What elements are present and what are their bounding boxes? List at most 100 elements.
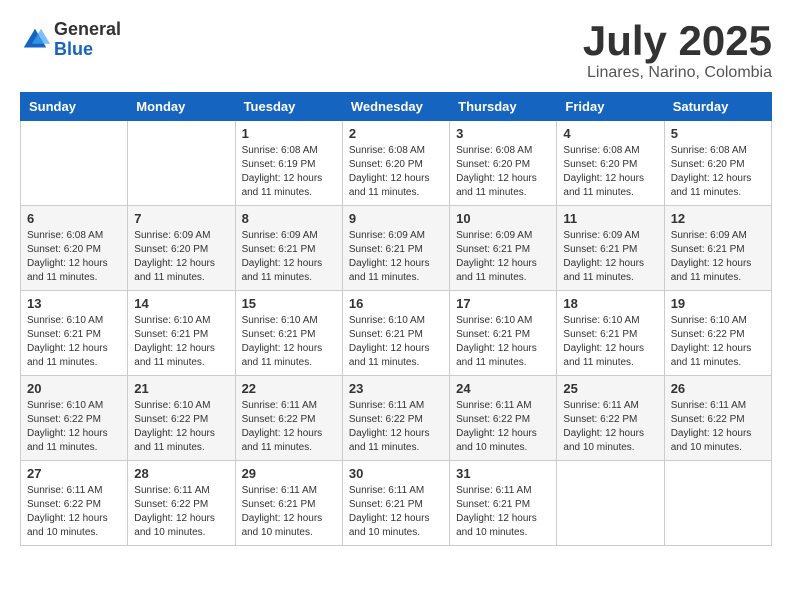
day-info: Sunrise: 6:10 AM Sunset: 6:22 PM Dayligh… — [134, 399, 228, 455]
day-number: 14 — [134, 296, 228, 311]
day-info: Sunrise: 6:10 AM Sunset: 6:22 PM Dayligh… — [671, 314, 765, 370]
day-info: Sunrise: 6:09 AM Sunset: 6:21 PM Dayligh… — [671, 229, 765, 285]
day-info: Sunrise: 6:08 AM Sunset: 6:20 PM Dayligh… — [456, 144, 550, 200]
calendar-week-row: 13 Sunrise: 6:10 AM Sunset: 6:21 PM Dayli… — [21, 291, 772, 376]
day-number: 21 — [134, 381, 228, 396]
day-number: 25 — [563, 381, 657, 396]
calendar-cell: 12 Sunrise: 6:09 AM Sunset: 6:21 PM Dayli… — [664, 206, 771, 291]
calendar-header: SundayMondayTuesdayWednesdayThursdayFrid… — [21, 93, 772, 121]
calendar-cell: 9 Sunrise: 6:09 AM Sunset: 6:21 PM Daylig… — [342, 206, 449, 291]
calendar-cell: 27 Sunrise: 6:11 AM Sunset: 6:22 PM Dayli… — [21, 461, 128, 546]
calendar-cell: 6 Sunrise: 6:08 AM Sunset: 6:20 PM Daylig… — [21, 206, 128, 291]
day-number: 12 — [671, 211, 765, 226]
day-info: Sunrise: 6:11 AM Sunset: 6:22 PM Dayligh… — [242, 399, 336, 455]
day-number: 9 — [349, 211, 443, 226]
calendar-cell: 20 Sunrise: 6:10 AM Sunset: 6:22 PM Dayli… — [21, 376, 128, 461]
day-of-week-header: Friday — [557, 93, 664, 121]
day-info: Sunrise: 6:10 AM Sunset: 6:21 PM Dayligh… — [27, 314, 121, 370]
day-info: Sunrise: 6:10 AM Sunset: 6:21 PM Dayligh… — [563, 314, 657, 370]
calendar-cell: 30Sunrise: 6:11 AM Sunset: 6:21 PM Dayli… — [342, 461, 449, 546]
day-number: 19 — [671, 296, 765, 311]
calendar-cell: 25 Sunrise: 6:11 AM Sunset: 6:22 PM Dayli… — [557, 376, 664, 461]
day-number: 16 — [349, 296, 443, 311]
day-info: Sunrise: 6:08 AM Sunset: 6:19 PM Dayligh… — [242, 144, 336, 200]
day-info: Sunrise: 6:09 AM Sunset: 6:21 PM Dayligh… — [456, 229, 550, 285]
day-info: Sunrise: 6:08 AM Sunset: 6:20 PM Dayligh… — [671, 144, 765, 200]
day-number: 17 — [456, 296, 550, 311]
day-number: 2 — [349, 126, 443, 141]
logo-general-text: General — [54, 20, 121, 40]
logo-icon — [20, 25, 50, 55]
day-info: Sunrise: 6:11 AM Sunset: 6:22 PM Dayligh… — [27, 484, 121, 540]
day-info: Sunrise: 6:09 AM Sunset: 6:21 PM Dayligh… — [563, 229, 657, 285]
day-number: 7 — [134, 211, 228, 226]
calendar-cell: 19 Sunrise: 6:10 AM Sunset: 6:22 PM Dayli… — [664, 291, 771, 376]
calendar-table: SundayMondayTuesdayWednesdayThursdayFrid… — [20, 92, 772, 546]
day-info: Sunrise: 6:11 AM Sunset: 6:22 PM Dayligh… — [563, 399, 657, 455]
day-info: Sunrise: 6:11 AM Sunset: 6:22 PM Dayligh… — [671, 399, 765, 455]
title-section: July 2025 Linares, Narino, Colombia — [583, 20, 772, 82]
day-number: 18 — [563, 296, 657, 311]
day-info: Sunrise: 6:09 AM Sunset: 6:21 PM Dayligh… — [349, 229, 443, 285]
calendar-cell: 31Sunrise: 6:11 AM Sunset: 6:21 PM Dayli… — [450, 461, 557, 546]
calendar-cell: 16 Sunrise: 6:10 AM Sunset: 6:21 PM Dayli… — [342, 291, 449, 376]
day-number: 5 — [671, 126, 765, 141]
calendar-cell — [21, 121, 128, 206]
day-number: 28 — [134, 466, 228, 481]
calendar-cell: 8 Sunrise: 6:09 AM Sunset: 6:21 PM Daylig… — [235, 206, 342, 291]
day-number: 13 — [27, 296, 121, 311]
calendar-cell: 11 Sunrise: 6:09 AM Sunset: 6:21 PM Dayli… — [557, 206, 664, 291]
calendar-cell: 5 Sunrise: 6:08 AM Sunset: 6:20 PM Daylig… — [664, 121, 771, 206]
day-number: 1 — [242, 126, 336, 141]
calendar-cell: 13 Sunrise: 6:10 AM Sunset: 6:21 PM Dayli… — [21, 291, 128, 376]
calendar-cell: 22Sunrise: 6:11 AM Sunset: 6:22 PM Dayli… — [235, 376, 342, 461]
day-number: 20 — [27, 381, 121, 396]
day-number: 27 — [27, 466, 121, 481]
day-info: Sunrise: 6:11 AM Sunset: 6:22 PM Dayligh… — [349, 399, 443, 455]
logo: General Blue — [20, 20, 121, 60]
day-number: 11 — [563, 211, 657, 226]
day-of-week-header: Wednesday — [342, 93, 449, 121]
day-info: Sunrise: 6:11 AM Sunset: 6:21 PM Dayligh… — [242, 484, 336, 540]
calendar-week-row: 20 Sunrise: 6:10 AM Sunset: 6:22 PM Dayli… — [21, 376, 772, 461]
calendar-cell: 17 Sunrise: 6:10 AM Sunset: 6:21 PM Dayli… — [450, 291, 557, 376]
day-number: 26 — [671, 381, 765, 396]
header: General Blue July 2025 Linares, Narino, … — [20, 20, 772, 82]
day-number: 8 — [242, 211, 336, 226]
calendar-cell: 29 Sunrise: 6:11 AM Sunset: 6:21 PM Dayli… — [235, 461, 342, 546]
day-number: 6 — [27, 211, 121, 226]
day-info: Sunrise: 6:10 AM Sunset: 6:21 PM Dayligh… — [242, 314, 336, 370]
calendar-cell: 15 Sunrise: 6:10 AM Sunset: 6:21 PM Dayli… — [235, 291, 342, 376]
location-subtitle: Linares, Narino, Colombia — [583, 64, 772, 82]
calendar-cell: 4 Sunrise: 6:08 AM Sunset: 6:20 PM Daylig… — [557, 121, 664, 206]
calendar-cell: 28Sunrise: 6:11 AM Sunset: 6:22 PM Dayli… — [128, 461, 235, 546]
day-number: 15 — [242, 296, 336, 311]
day-info: Sunrise: 6:08 AM Sunset: 6:20 PM Dayligh… — [563, 144, 657, 200]
calendar-cell: 18 Sunrise: 6:10 AM Sunset: 6:21 PM Dayli… — [557, 291, 664, 376]
calendar-cell: 14 Sunrise: 6:10 AM Sunset: 6:21 PM Dayli… — [128, 291, 235, 376]
day-number: 29 — [242, 466, 336, 481]
day-of-week-header: Sunday — [21, 93, 128, 121]
day-info: Sunrise: 6:11 AM Sunset: 6:22 PM Dayligh… — [456, 399, 550, 455]
calendar-cell: 2Sunrise: 6:08 AM Sunset: 6:20 PM Daylig… — [342, 121, 449, 206]
day-of-week-header: Thursday — [450, 93, 557, 121]
day-info: Sunrise: 6:08 AM Sunset: 6:20 PM Dayligh… — [27, 229, 121, 285]
calendar-cell — [664, 461, 771, 546]
calendar-cell: 26 Sunrise: 6:11 AM Sunset: 6:22 PM Dayli… — [664, 376, 771, 461]
calendar-week-row: 6 Sunrise: 6:08 AM Sunset: 6:20 PM Daylig… — [21, 206, 772, 291]
day-number: 30 — [349, 466, 443, 481]
day-info: Sunrise: 6:10 AM Sunset: 6:21 PM Dayligh… — [134, 314, 228, 370]
day-info: Sunrise: 6:10 AM Sunset: 6:22 PM Dayligh… — [27, 399, 121, 455]
day-number: 4 — [563, 126, 657, 141]
calendar-week-row: 1 Sunrise: 6:08 AM Sunset: 6:19 PM Daylig… — [21, 121, 772, 206]
day-info: Sunrise: 6:10 AM Sunset: 6:21 PM Dayligh… — [349, 314, 443, 370]
day-info: Sunrise: 6:10 AM Sunset: 6:21 PM Dayligh… — [456, 314, 550, 370]
calendar-cell: 24 Sunrise: 6:11 AM Sunset: 6:22 PM Dayli… — [450, 376, 557, 461]
day-number: 24 — [456, 381, 550, 396]
calendar-cell — [557, 461, 664, 546]
day-info: Sunrise: 6:09 AM Sunset: 6:21 PM Dayligh… — [242, 229, 336, 285]
calendar-cell: 7Sunrise: 6:09 AM Sunset: 6:20 PM Daylig… — [128, 206, 235, 291]
day-number: 10 — [456, 211, 550, 226]
logo-text: General Blue — [54, 20, 121, 60]
header-row: SundayMondayTuesdayWednesdayThursdayFrid… — [21, 93, 772, 121]
